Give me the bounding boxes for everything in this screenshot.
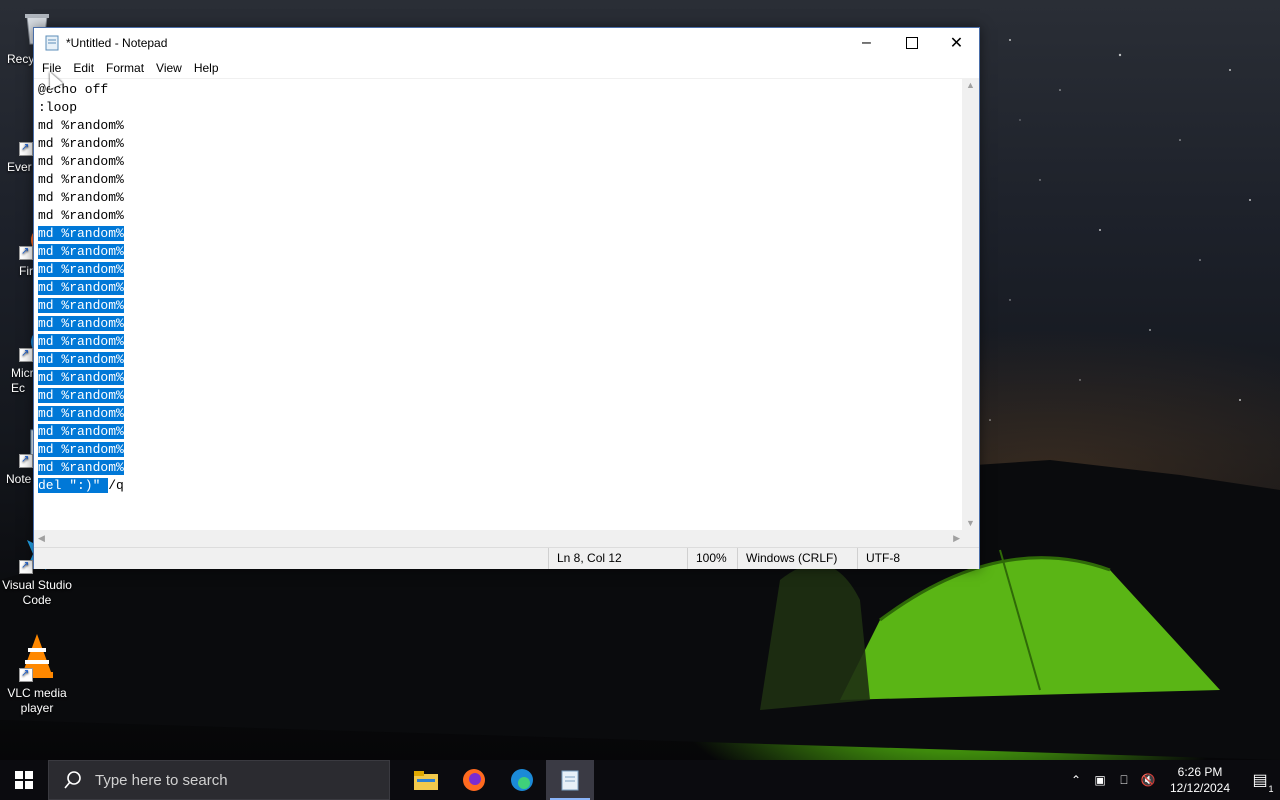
shortcut-arrow-icon <box>19 558 33 574</box>
horizontal-scrollbar[interactable]: ◀ ▶ <box>34 530 964 547</box>
search-placeholder: Type here to search <box>95 771 228 789</box>
notification-icon: ▤ 1 <box>1252 772 1274 794</box>
shortcut-arrow-icon <box>19 244 33 260</box>
notification-count: 1 <box>1268 784 1274 794</box>
taskbar-search-box[interactable]: Type here to search <box>48 760 390 800</box>
system-tray: ⌃ ▣ ⎕ 🔇 6:26 PM 12/12/2024 ▤ 1 <box>1064 760 1280 800</box>
status-bar: Ln 8, Col 12 100% Windows (CRLF) UTF-8 <box>34 547 979 569</box>
status-position: Ln 8, Col 12 <box>548 548 687 569</box>
shortcut-arrow-icon <box>19 140 33 156</box>
close-icon: ✕ <box>949 35 964 52</box>
scroll-left-icon[interactable]: ◀ <box>38 533 45 544</box>
window-title: *Untitled - Notepad <box>66 36 168 50</box>
taskbar-notepad[interactable] <box>546 760 594 800</box>
shortcut-arrow-icon <box>19 452 33 468</box>
notification-center-button[interactable]: ▤ 1 <box>1240 770 1280 794</box>
network-icon[interactable]: ⎕ <box>1112 773 1136 788</box>
security-icon[interactable]: ▣ <box>1088 773 1112 787</box>
show-hidden-icons-icon[interactable]: ⌃ <box>1064 773 1088 787</box>
clock-date: 12/12/2024 <box>1169 781 1231 795</box>
desktop-icon-label: Visual Studio Code <box>2 578 72 607</box>
maximize-button[interactable] <box>889 28 934 58</box>
firefox-icon <box>463 769 485 791</box>
scroll-down-icon[interactable]: ▼ <box>966 518 975 528</box>
windows-logo-icon <box>15 771 33 789</box>
start-button[interactable] <box>0 760 48 800</box>
menu-edit[interactable]: Edit <box>67 58 100 78</box>
menu-bar: File Edit Format View Help <box>34 58 979 78</box>
shortcut-arrow-icon <box>19 666 33 682</box>
menu-format[interactable]: Format <box>100 58 150 78</box>
shortcut-arrow-icon <box>19 346 33 362</box>
notepad-icon <box>561 770 579 791</box>
status-line-ending: Windows (CRLF) <box>737 548 856 569</box>
title-bar[interactable]: *Untitled - Notepad – ✕ <box>34 28 979 58</box>
menu-help[interactable]: Help <box>188 58 225 78</box>
edge-icon <box>511 769 533 791</box>
notepad-window[interactable]: *Untitled - Notepad – ✕ File Edit Format… <box>33 27 980 569</box>
clock-time: 6:26 PM <box>1177 765 1223 779</box>
file-explorer-icon <box>414 771 438 790</box>
scroll-right-icon[interactable]: ▶ <box>953 533 960 544</box>
volume-muted-icon[interactable]: 🔇 <box>1136 773 1160 787</box>
status-zoom: 100% <box>687 548 740 569</box>
minimize-button[interactable]: – <box>844 28 889 58</box>
editor-text: @echo off :loop md %random% md %random% … <box>38 82 124 223</box>
notepad-icon <box>45 35 59 51</box>
taskbar-file-explorer[interactable] <box>402 760 450 800</box>
vertical-scrollbar[interactable]: ▲ ▼ <box>962 78 979 530</box>
scroll-up-icon[interactable]: ▲ <box>966 80 975 90</box>
status-encoding: UTF-8 <box>857 548 966 569</box>
taskbar-edge[interactable] <box>498 760 546 800</box>
clock[interactable]: 6:26 PM 12/12/2024 <box>1160 764 1240 796</box>
text-editor[interactable]: @echo off :loop md %random% md %random% … <box>34 78 964 531</box>
vlc-icon <box>17 632 57 682</box>
scrollbar-corner <box>962 530 979 547</box>
menu-view[interactable]: View <box>150 58 188 78</box>
editor-text-tail: /q <box>108 478 124 493</box>
desktop-icon-vlc[interactable]: VLC media player <box>2 632 72 716</box>
taskbar-firefox[interactable] <box>450 760 498 800</box>
close-button[interactable]: ✕ <box>934 28 979 58</box>
selected-text: md %random% md %random% md %random% md %… <box>38 226 124 493</box>
maximize-icon <box>905 37 918 49</box>
search-icon <box>64 771 81 789</box>
desktop-icon-label: VLC media player <box>7 686 67 715</box>
taskbar: Type here to search ⌃ ▣ ⎕ 🔇 6:26 PM 12/1… <box>0 760 1280 800</box>
minimize-icon: – <box>862 34 871 51</box>
